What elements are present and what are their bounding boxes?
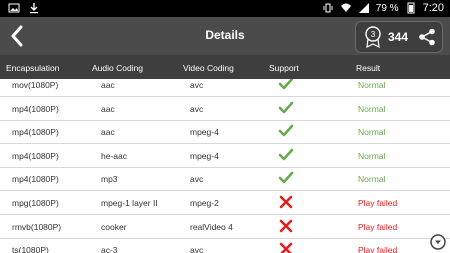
- table-header: Encapsulation Audio Coding Video Coding …: [0, 55, 450, 79]
- medal-icon: 3: [365, 26, 381, 48]
- check-icon: [278, 170, 294, 188]
- wifi-icon: [340, 3, 351, 12]
- encapsulation-cell: mp4(1080P): [12, 174, 59, 185]
- col-audio-coding: Audio Coding: [92, 63, 144, 73]
- cross-icon: [278, 194, 294, 212]
- col-encapsulation: Encapsulation: [6, 63, 60, 73]
- battery-percent: 79 %: [375, 2, 399, 14]
- cross-icon: [278, 218, 294, 236]
- audio-coding-cell: aac: [101, 127, 115, 138]
- result-cell: Play failed: [358, 221, 398, 232]
- share-icon[interactable]: [418, 28, 436, 46]
- table-row: mp4(1080P) aac mpeg-4 Normal: [0, 120, 450, 145]
- medal-level: 3: [371, 30, 376, 39]
- table-row: mp4(1080P) he-aac mpeg-4 Normal: [0, 144, 450, 168]
- scroll-down-icon[interactable]: [430, 234, 446, 250]
- table-row: rmvb(1080P) cooker realVideo 4 Play failed: [0, 215, 450, 239]
- audio-coding-cell: ac-3: [101, 245, 118, 253]
- audio-coding-cell: aac: [101, 80, 115, 90]
- encapsulation-cell: mp4(1080P): [12, 103, 59, 114]
- table-row: mpg(1080P) mpeg-1 layer II mpeg-2 Play fail…: [0, 191, 450, 215]
- check-icon: [278, 147, 294, 165]
- video-coding-cell: mpeg-4: [190, 150, 219, 161]
- battery-icon: [407, 2, 415, 14]
- audio-coding-cell: mpeg-1 layer II: [101, 198, 158, 208]
- audio-coding-cell: aac: [101, 103, 115, 114]
- encapsulation-cell: ts(1080P): [12, 245, 49, 253]
- result-cell: Normal: [358, 103, 386, 114]
- encapsulation-cell: mov(1080P): [12, 80, 59, 90]
- col-support: Support: [269, 63, 299, 73]
- vibrate-icon: [323, 3, 333, 13]
- table-row: mp4(1080P) aac avc Normal: [0, 97, 450, 121]
- score-badge[interactable]: 3 344: [355, 21, 443, 53]
- table-row: mp4(1080P) mp3 avc Normal: [0, 167, 450, 192]
- col-result: Result: [356, 63, 381, 73]
- audio-coding-cell: mp3: [101, 174, 118, 185]
- check-icon: [278, 123, 294, 141]
- result-cell: Normal: [358, 80, 386, 90]
- video-coding-cell: avc: [190, 103, 204, 114]
- result-cell: Normal: [358, 174, 386, 185]
- encapsulation-cell: mp4(1080P): [12, 127, 59, 138]
- app-bar: Details 3 344: [0, 17, 450, 55]
- col-video-coding: Video Coding: [183, 63, 234, 73]
- video-coding-cell: mpeg-4: [190, 127, 219, 138]
- video-coding-cell: avc: [190, 174, 204, 185]
- encapsulation-cell: mp4(1080P): [12, 150, 59, 161]
- download-icon: [30, 3, 38, 14]
- score-count: 344: [388, 30, 409, 44]
- result-cell: Play failed: [358, 198, 398, 208]
- table-row: mov(1080P) aac avc Normal: [0, 79, 450, 97]
- status-bar: 79 % 7:20: [0, 0, 450, 17]
- results-table[interactable]: mov(1080P) aac avc Normal mp4(1080P) aac avc No…: [0, 79, 450, 253]
- clock: 7:20: [422, 2, 444, 14]
- encapsulation-cell: mpg(1080P): [12, 198, 59, 208]
- encapsulation-cell: rmvb(1080P): [12, 221, 62, 232]
- signal-icon: [358, 3, 369, 13]
- check-icon: [278, 100, 294, 118]
- video-coding-cell: avc: [190, 245, 204, 253]
- table-row: ts(1080P) ac-3 avc Play failed: [0, 238, 450, 253]
- image-notification-icon: [8, 3, 20, 13]
- video-coding-cell: avc: [190, 80, 204, 90]
- check-icon: [278, 79, 294, 94]
- audio-coding-cell: he-aac: [101, 150, 127, 161]
- video-coding-cell: mpeg-2: [190, 198, 219, 208]
- video-coding-cell: realVideo 4: [190, 221, 233, 232]
- cross-icon: [278, 241, 294, 253]
- result-cell: Play failed: [358, 245, 398, 253]
- result-cell: Normal: [358, 150, 386, 161]
- result-cell: Normal: [358, 127, 386, 138]
- audio-coding-cell: cooker: [101, 221, 127, 232]
